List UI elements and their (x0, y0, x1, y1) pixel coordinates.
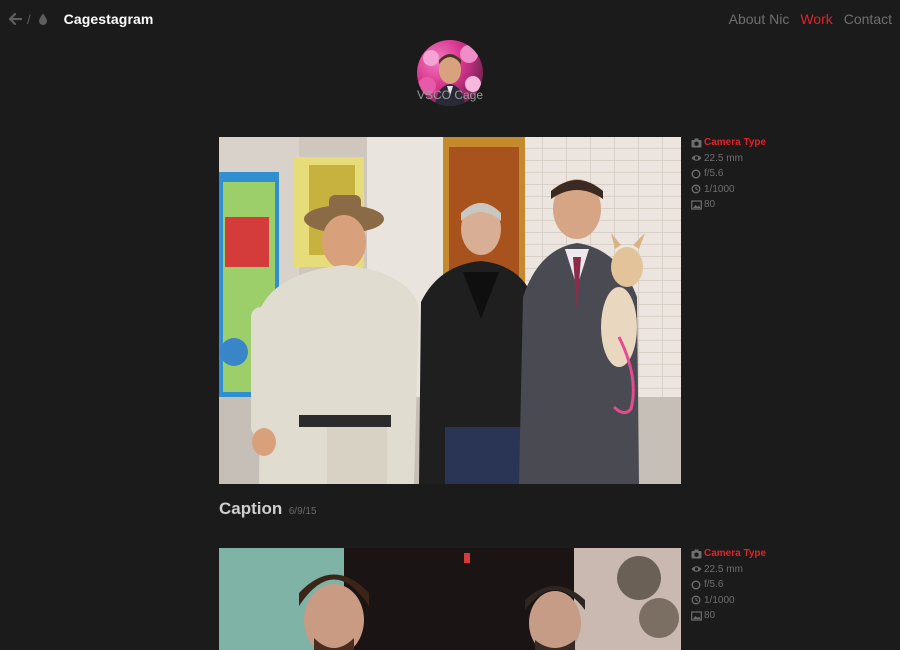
iso-value: 80 (704, 610, 716, 621)
profile-avatar-block: VSCO Cage (417, 40, 483, 106)
shutter-row: 1/1000 (691, 182, 811, 198)
eye-icon (691, 564, 702, 574)
post-photo[interactable] (219, 548, 681, 650)
image-icon (691, 200, 702, 210)
post-caption: Caption 6/9/15 (219, 499, 317, 519)
nav-links: About Nic Work Contact (729, 11, 892, 27)
photo-metadata: Camera Type 22.5 mm f/5.6 1/1000 80 (691, 135, 811, 213)
camera-type-row: Camera Type (691, 546, 811, 562)
nav-link-about[interactable]: About Nic (729, 11, 790, 27)
clock-icon (691, 184, 701, 194)
focal-length-value: 22.5 mm (704, 563, 743, 575)
clock-icon (691, 595, 701, 605)
brand-title[interactable]: Cagestagram (64, 11, 154, 27)
top-navbar: / Cagestagram About Nic Work Contact (0, 0, 900, 40)
camera-type-label: Camera Type (704, 548, 767, 559)
camera-type-row: Camera Type (691, 135, 811, 151)
profile-name: VSCO Cage (417, 88, 484, 102)
drop-icon[interactable] (36, 12, 50, 26)
iso-value: 80 (704, 199, 716, 210)
focal-length-value: 22.5 mm (704, 152, 743, 164)
aperture-value: f/5.6 (704, 168, 724, 179)
caption-title: Caption (219, 499, 283, 518)
nav-link-work[interactable]: Work (800, 11, 832, 27)
camera-icon (691, 549, 702, 559)
arrow-left-icon[interactable] (8, 12, 23, 26)
nav-left: / Cagestagram (8, 11, 153, 27)
aperture-value: f/5.6 (704, 579, 724, 590)
nav-link-contact[interactable]: Contact (844, 11, 892, 27)
camera-icon (691, 138, 702, 148)
focal-length-row: 22.5 mm (691, 562, 811, 578)
iso-row: 80 (691, 608, 811, 624)
caption-date: 6/9/15 (288, 506, 317, 517)
focal-length-row: 22.5 mm (691, 151, 811, 167)
eye-icon (691, 153, 702, 163)
shutter-value: 1/1000 (704, 594, 735, 606)
photo-metadata: Camera Type 22.5 mm f/5.6 1/1000 80 (691, 546, 811, 624)
iso-row: 80 (691, 197, 811, 213)
image-icon (691, 611, 702, 621)
camera-type-label: Camera Type (704, 137, 767, 148)
page: / Cagestagram About Nic Work Contact VSC… (0, 0, 900, 650)
circle-icon (691, 580, 701, 590)
nav-separator: / (27, 11, 31, 27)
circle-icon (691, 169, 701, 179)
shutter-value: 1/1000 (704, 183, 735, 195)
aperture-row: f/5.6 (691, 577, 811, 593)
post-photo[interactable] (219, 137, 681, 484)
aperture-row: f/5.6 (691, 166, 811, 182)
shutter-row: 1/1000 (691, 593, 811, 609)
